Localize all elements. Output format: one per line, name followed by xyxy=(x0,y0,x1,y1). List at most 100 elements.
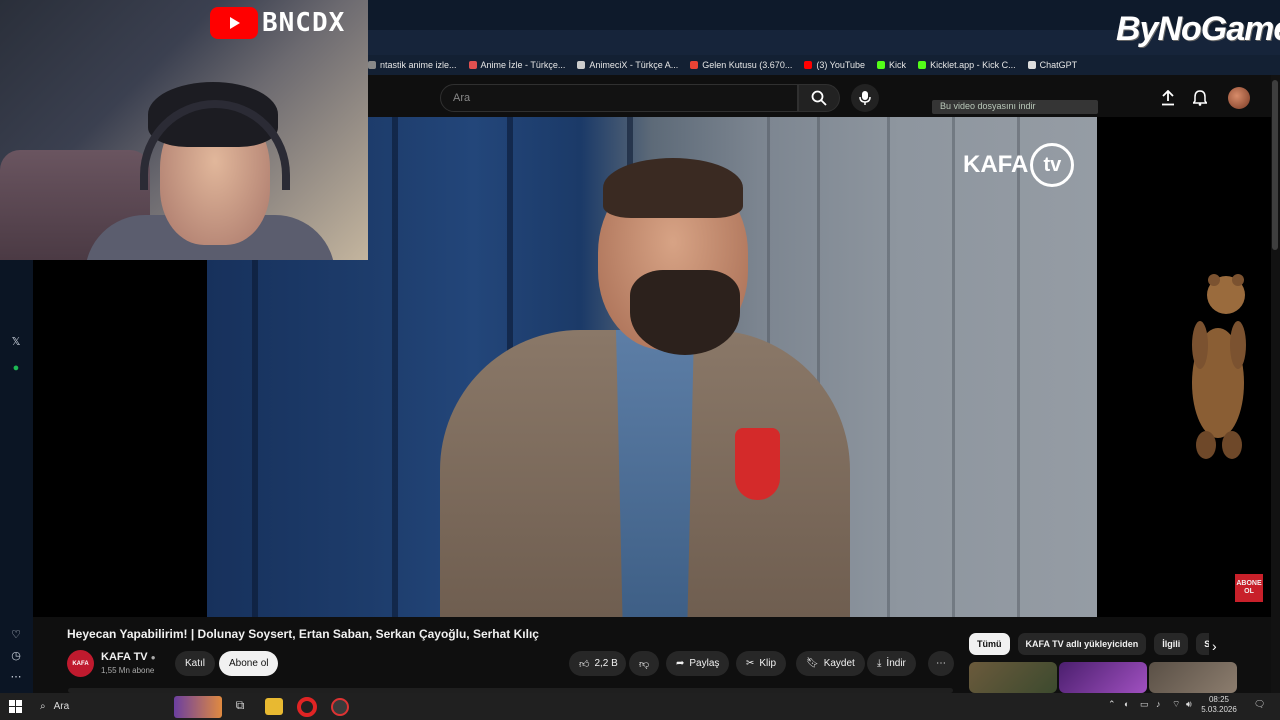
thumbs-up-icon: 👍︎ xyxy=(579,658,590,670)
chip-all[interactable]: Tümü xyxy=(969,633,1010,655)
bookmark-label: Kicklet.app - Kick C... xyxy=(930,60,1016,70)
bell-icon[interactable] xyxy=(1190,88,1210,108)
save-label: Kaydet xyxy=(823,658,855,669)
streamer-logo: BNCDX xyxy=(210,6,358,40)
wifi-icon[interactable]: ⌔ xyxy=(1172,699,1180,710)
subscribe-button[interactable]: Abone ol xyxy=(219,651,279,676)
upload-icon[interactable] xyxy=(1158,88,1178,108)
subscriber-count: 1,55 Mn abone xyxy=(101,666,155,675)
opera-browser-icon[interactable] xyxy=(297,697,317,717)
like-button[interactable]: 👍︎ 2,2 B xyxy=(569,651,626,676)
download-video-hint[interactable]: Bu video dosyasını indir xyxy=(932,100,1098,114)
download-button[interactable]: ⤓ İndir xyxy=(867,651,916,676)
jacket-badge xyxy=(735,428,780,500)
bookmark-icon: 🔖︎ xyxy=(806,658,819,669)
file-explorer-icon[interactable] xyxy=(265,698,283,715)
bookmark-item[interactable]: Gelen Kutusu (3.670... xyxy=(690,60,792,70)
obs-icon[interactable] xyxy=(331,698,349,716)
bookmark-item[interactable]: ntastik anime izle... xyxy=(368,60,457,70)
x-twitter-icon[interactable]: 𝕏 xyxy=(8,333,24,349)
channel-name-text: KAFA TV xyxy=(101,651,148,663)
bookmark-favicon-icon xyxy=(877,61,886,69)
bookmark-label: (3) YouTube xyxy=(816,60,866,70)
bear-sticker-icon xyxy=(1192,274,1246,459)
bookmark-favicon-icon xyxy=(368,61,376,69)
search-input[interactable]: Ara xyxy=(440,84,798,112)
join-label: Katıl xyxy=(185,658,206,669)
thumbs-down-icon: 👎︎ xyxy=(639,658,650,670)
related-video-thumbnail[interactable] xyxy=(1059,662,1147,693)
related-filter-chips: Tümü KAFA TV adlı yükleyiciden İlgili Si… xyxy=(969,633,1209,655)
download-label: İndir xyxy=(886,658,906,669)
channel-avatar[interactable]: KAFA xyxy=(67,650,94,677)
tray-app-icon[interactable]: ◐ xyxy=(1124,699,1129,709)
bookmark-label: Gelen Kutusu (3.670... xyxy=(702,60,793,70)
more-icon[interactable]: ⋯ xyxy=(8,668,24,684)
bookmark-favicon-icon xyxy=(690,61,699,69)
share-label: Paylaş xyxy=(689,658,720,669)
bookmark-item[interactable]: Anime İzle - Türkçe... xyxy=(468,60,566,70)
more-horizontal-icon: ⋯ xyxy=(936,658,946,669)
windows-start-icon[interactable] xyxy=(9,700,22,713)
dislike-button[interactable]: 👎︎ xyxy=(629,651,660,676)
bookmark-label: AnimeciX - Türkçe A... xyxy=(589,60,679,70)
spotify-icon[interactable]: ● xyxy=(8,360,24,376)
chevron-right-icon[interactable]: › xyxy=(1212,638,1217,654)
chevron-up-icon[interactable]: ⌃ xyxy=(1108,699,1116,710)
abone-ol-badge: ABONE OL xyxy=(1235,574,1263,602)
bookmark-label: Anime İzle - Türkçe... xyxy=(480,60,566,70)
bookmark-favicon-icon xyxy=(918,61,927,69)
like-count: 2,2 B xyxy=(594,658,618,669)
youtube-logo-icon xyxy=(210,7,258,39)
heart-icon[interactable]: ♡ xyxy=(8,626,24,642)
scrollbar-thumb[interactable] xyxy=(1272,80,1278,250)
clock-icon[interactable]: ◷ xyxy=(8,647,24,663)
taskbar-search-label: Ara xyxy=(53,701,70,712)
volume-icon[interactable]: 🔊︎ xyxy=(1186,699,1192,710)
search-icon xyxy=(811,90,827,106)
download-icon: ⤓ xyxy=(877,658,882,669)
search-icon: ⌕ xyxy=(40,701,46,712)
subscribe-label: Abone ol xyxy=(229,658,269,669)
more-actions-button[interactable]: ⋯ xyxy=(928,651,954,676)
bookmark-item[interactable]: AnimeciX - Türkçe A... xyxy=(577,60,678,70)
mic-icon xyxy=(859,91,871,105)
chip-uploader[interactable]: KAFA TV adlı yükleyiciden xyxy=(1017,633,1147,655)
clock-date: 5.03.2026 xyxy=(1201,705,1237,714)
clip-button[interactable]: ✂ Klip xyxy=(736,651,787,676)
bookmark-item[interactable]: ChatGPT xyxy=(1027,60,1077,70)
streamer-logo-text: BNCDX xyxy=(262,8,346,38)
save-button[interactable]: 🔖︎ Kaydet xyxy=(796,651,865,676)
video-title: Heyecan Yapabilirim! | Dolunay Soysert, … xyxy=(67,627,539,641)
bookmark-favicon-icon xyxy=(468,61,477,69)
share-icon: ➦ xyxy=(676,658,685,669)
kafa-tv-watermark: KAFA tv xyxy=(963,130,1083,200)
bookmark-favicon-icon xyxy=(804,61,813,69)
guest-beard xyxy=(630,270,740,355)
bookmark-favicon-icon xyxy=(1027,61,1036,69)
clip-label: Klip xyxy=(759,658,777,669)
task-view-icon[interactable]: ⧉ xyxy=(231,698,249,715)
chip-more[interactable]: Si... xyxy=(1196,633,1209,655)
mic-tray-icon[interactable]: ♪ xyxy=(1156,699,1161,709)
taskbar-clock[interactable]: 08:25 5.03.2026 xyxy=(1196,695,1242,715)
voice-search-button[interactable] xyxy=(851,84,879,112)
chip-related[interactable]: İlgili xyxy=(1154,633,1189,655)
scissors-icon: ✂ xyxy=(746,658,755,669)
bookmark-item[interactable]: Kicklet.app - Kick C... xyxy=(918,60,1016,70)
notification-icon[interactable]: 🗨︎ xyxy=(1254,699,1265,710)
bookmark-item[interactable]: (3) YouTube xyxy=(804,60,865,70)
search-highlight-image[interactable] xyxy=(174,696,222,718)
share-button[interactable]: ➦ Paylaş xyxy=(666,651,730,676)
related-video-thumbnail[interactable] xyxy=(1149,662,1237,693)
bookmark-label: Kick xyxy=(889,60,907,70)
bookmark-item[interactable]: Kick xyxy=(877,60,906,70)
search-button[interactable] xyxy=(798,84,840,112)
network-icon[interactable]: ▭ xyxy=(1140,699,1149,710)
verified-icon: ● xyxy=(150,653,156,662)
channel-name[interactable]: KAFA TV ● xyxy=(101,651,156,663)
user-avatar[interactable] xyxy=(1228,87,1250,109)
related-video-thumbnail[interactable] xyxy=(969,662,1057,693)
join-button[interactable]: Katıl xyxy=(175,651,216,676)
sponsor-logo: ByNoGame xyxy=(1116,10,1280,48)
